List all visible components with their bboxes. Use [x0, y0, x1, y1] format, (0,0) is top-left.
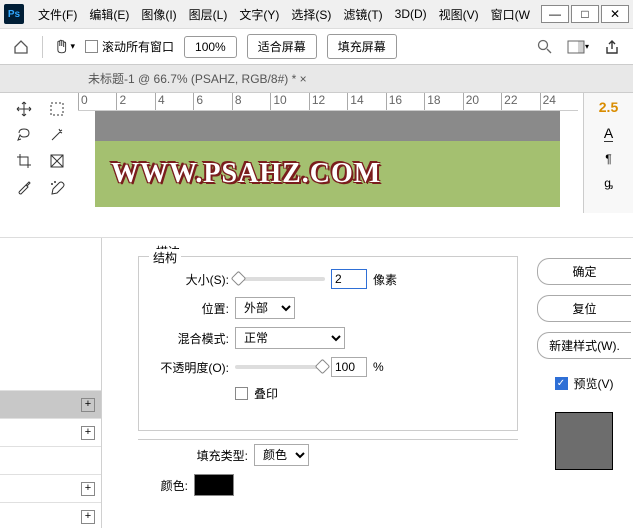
- frame-tool-icon[interactable]: [44, 151, 70, 171]
- healing-tool-icon[interactable]: [44, 177, 70, 197]
- style-row[interactable]: +: [0, 502, 101, 530]
- app-logo: Ps: [4, 4, 24, 24]
- ok-button[interactable]: 确定: [537, 258, 631, 285]
- minimize-button[interactable]: —: [541, 5, 569, 23]
- wand-tool-icon[interactable]: [44, 125, 70, 145]
- char-value: 2.5: [599, 99, 618, 115]
- add-effect-icon[interactable]: +: [81, 398, 95, 412]
- crop-tool-icon[interactable]: [11, 151, 37, 171]
- maximize-button[interactable]: □: [571, 5, 599, 23]
- type-a-icon[interactable]: A: [604, 125, 613, 142]
- menu-image[interactable]: 图像(I): [135, 6, 182, 23]
- opacity-label: 不透明度(O):: [149, 359, 229, 376]
- layer-style-list: + + + +: [0, 238, 102, 528]
- share-icon[interactable]: [601, 36, 623, 58]
- style-row[interactable]: [0, 446, 101, 474]
- fit-screen-button[interactable]: 适合屏幕: [247, 34, 317, 59]
- lasso-tool-icon[interactable]: [11, 125, 37, 145]
- watermark-text: WWW.PSAHZ.COM: [111, 158, 381, 190]
- preview-label: 预览(V): [574, 375, 614, 392]
- structure-legend: 结构: [149, 249, 181, 266]
- layer-style-dialog: 描边 + + + + 结构 大小(S): 像素 位置: 外部 混合模式: 正常: [0, 237, 633, 528]
- fill-type-label: 填充类型:: [188, 447, 248, 464]
- menu-select[interactable]: 选择(S): [285, 6, 337, 23]
- opacity-input[interactable]: [331, 357, 367, 377]
- reset-button[interactable]: 复位: [537, 295, 631, 322]
- menu-window[interactable]: 窗口(W: [485, 6, 536, 23]
- overprint-checkbox[interactable]: [235, 387, 248, 400]
- style-row[interactable]: +: [0, 474, 101, 502]
- menu-3d[interactable]: 3D(D): [389, 7, 433, 21]
- menu-bar: Ps 文件(F) 编辑(E) 图像(I) 图层(L) 文字(Y) 选择(S) 滤…: [0, 0, 633, 29]
- scroll-all-label: 滚动所有窗口: [102, 38, 174, 55]
- style-row[interactable]: +: [0, 418, 101, 446]
- hand-tool-icon[interactable]: ▾: [53, 36, 75, 58]
- preview-checkbox[interactable]: ✓: [555, 377, 568, 390]
- size-input[interactable]: [331, 269, 367, 289]
- scroll-all-checkbox[interactable]: [85, 40, 98, 53]
- workspace: 024681012141618202224 WWW.PSAHZ.COM 2.5 …: [0, 93, 633, 214]
- position-label: 位置:: [149, 300, 229, 317]
- menu-layer[interactable]: 图层(L): [183, 6, 234, 23]
- view-mode-icon[interactable]: ▾: [567, 36, 589, 58]
- menu-filter[interactable]: 滤镜(T): [337, 6, 388, 23]
- blend-select[interactable]: 正常: [235, 327, 345, 349]
- menu-view[interactable]: 视图(V): [433, 6, 485, 23]
- toolbox: [7, 93, 75, 203]
- menu-file[interactable]: 文件(F): [32, 6, 83, 23]
- right-panel: 2.5 A ¶ ᶃ: [583, 93, 633, 213]
- menu-type[interactable]: 文字(Y): [233, 6, 285, 23]
- ruler-horizontal: 024681012141618202224: [78, 93, 578, 111]
- color-swatch[interactable]: [194, 474, 234, 496]
- marquee-tool-icon[interactable]: [44, 99, 70, 119]
- opacity-slider[interactable]: [235, 365, 325, 369]
- canvas[interactable]: WWW.PSAHZ.COM: [95, 111, 560, 207]
- add-effect-icon[interactable]: +: [81, 482, 95, 496]
- pct-label: %: [373, 360, 384, 374]
- tab-close-icon[interactable]: ×: [300, 72, 307, 86]
- fill-type-select[interactable]: 颜色: [254, 444, 309, 466]
- new-style-button[interactable]: 新建样式(W).: [537, 332, 631, 359]
- glyph-icon[interactable]: ᶃ: [604, 176, 613, 190]
- add-effect-icon[interactable]: +: [81, 426, 95, 440]
- document-tab[interactable]: 未标题-1 @ 66.7% (PSAHZ, RGB/8#) * ×: [80, 70, 315, 87]
- blend-label: 混合模式:: [149, 330, 229, 347]
- eyedropper-tool-icon[interactable]: [11, 177, 37, 197]
- home-icon[interactable]: [10, 36, 32, 58]
- style-row-active[interactable]: +: [0, 390, 101, 418]
- color-label: 颜色:: [148, 477, 188, 494]
- overprint-label: 叠印: [254, 385, 278, 402]
- position-select[interactable]: 外部: [235, 297, 295, 319]
- close-button[interactable]: ✕: [601, 5, 629, 23]
- fill-screen-button[interactable]: 填充屏幕: [327, 34, 397, 59]
- add-effect-icon[interactable]: +: [81, 510, 95, 524]
- size-label: 大小(S):: [149, 271, 229, 288]
- options-bar: ▾ 滚动所有窗口 100% 适合屏幕 填充屏幕 ▾: [0, 29, 633, 65]
- size-slider[interactable]: [235, 277, 325, 281]
- zoom-value-button[interactable]: 100%: [184, 36, 237, 58]
- structure-fieldset: 结构 大小(S): 像素 位置: 外部 混合模式: 正常 不透明度(O): %: [138, 256, 518, 431]
- search-icon[interactable]: [533, 36, 555, 58]
- document-tab-bar: 未标题-1 @ 66.7% (PSAHZ, RGB/8#) * ×: [0, 65, 633, 93]
- menu-edit[interactable]: 编辑(E): [83, 6, 135, 23]
- preview-swatch: [555, 412, 613, 470]
- dialog-buttons: 确定 复位 新建样式(W). ✓ 预览(V): [535, 258, 633, 470]
- px-label: 像素: [373, 271, 397, 288]
- paragraph-icon[interactable]: ¶: [605, 152, 611, 166]
- move-tool-icon[interactable]: [11, 99, 37, 119]
